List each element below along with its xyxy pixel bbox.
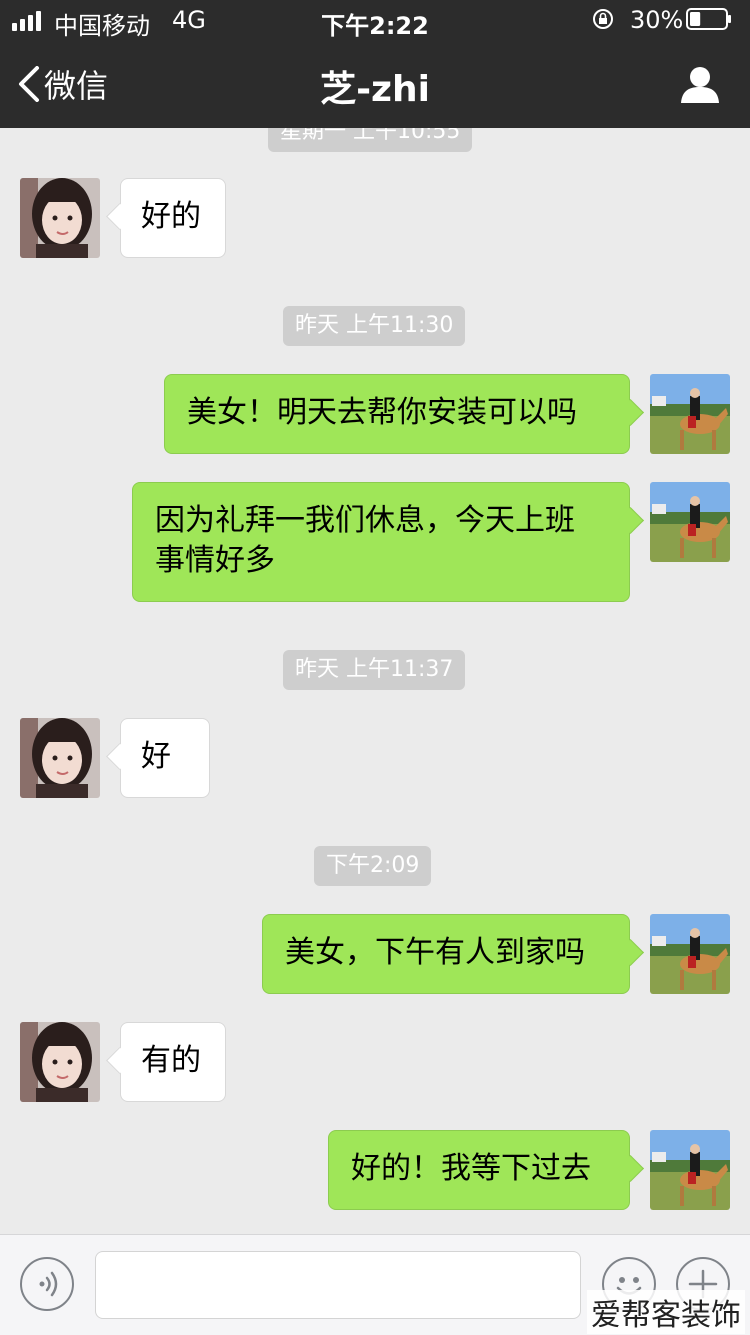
contact-avatar[interactable] bbox=[20, 718, 100, 798]
rotation-lock-icon bbox=[593, 9, 613, 29]
top-bar: 中国移动 4G 下午2:22 30% 微信 芝-zhi bbox=[0, 0, 750, 128]
incoming-message[interactable]: 好 bbox=[120, 718, 210, 798]
incoming-message[interactable]: 有的 bbox=[120, 1022, 226, 1102]
my-avatar[interactable] bbox=[650, 482, 730, 562]
timestamp: 昨天 上午11:37 bbox=[283, 650, 466, 690]
outgoing-message[interactable]: 美女，下午有人到家吗 bbox=[262, 914, 630, 994]
my-avatar[interactable] bbox=[650, 914, 730, 994]
status-bar: 中国移动 4G 下午2:22 30% bbox=[0, 0, 750, 40]
message-input[interactable] bbox=[95, 1251, 581, 1319]
timestamp: 下午2:09 bbox=[314, 846, 432, 886]
outgoing-message[interactable]: 美女！明天去帮你安装可以吗 bbox=[164, 374, 630, 454]
message-line: 因为礼拜一我们休息，今天上班 bbox=[155, 503, 575, 538]
battery-icon bbox=[686, 8, 731, 30]
my-avatar[interactable] bbox=[650, 374, 730, 454]
profile-icon[interactable] bbox=[680, 66, 720, 104]
contact-avatar[interactable] bbox=[20, 1022, 100, 1102]
outgoing-message[interactable]: 因为礼拜一我们休息，今天上班 事情好多 bbox=[132, 482, 630, 602]
outgoing-message[interactable]: 好的！我等下过去 bbox=[328, 1130, 630, 1210]
voice-button[interactable] bbox=[20, 1257, 74, 1311]
my-avatar[interactable] bbox=[650, 1130, 730, 1210]
watermark: 爱帮客装饰 bbox=[587, 1290, 745, 1334]
incoming-message[interactable]: 好的 bbox=[120, 178, 226, 258]
battery-percent: 30% bbox=[630, 6, 684, 34]
voice-icon bbox=[39, 1271, 58, 1297]
contact-avatar[interactable] bbox=[20, 178, 100, 258]
chat-title: 芝-zhi bbox=[320, 69, 430, 110]
timestamp: 星期一 上午10:55 bbox=[268, 128, 473, 152]
message-line: 事情好多 bbox=[155, 543, 275, 578]
timestamp: 昨天 上午11:30 bbox=[283, 306, 466, 346]
chat-area[interactable]: 星期一 上午10:55 好的 昨天 上午11:30 美女！明天去帮你安装可以吗 … bbox=[0, 128, 750, 1234]
